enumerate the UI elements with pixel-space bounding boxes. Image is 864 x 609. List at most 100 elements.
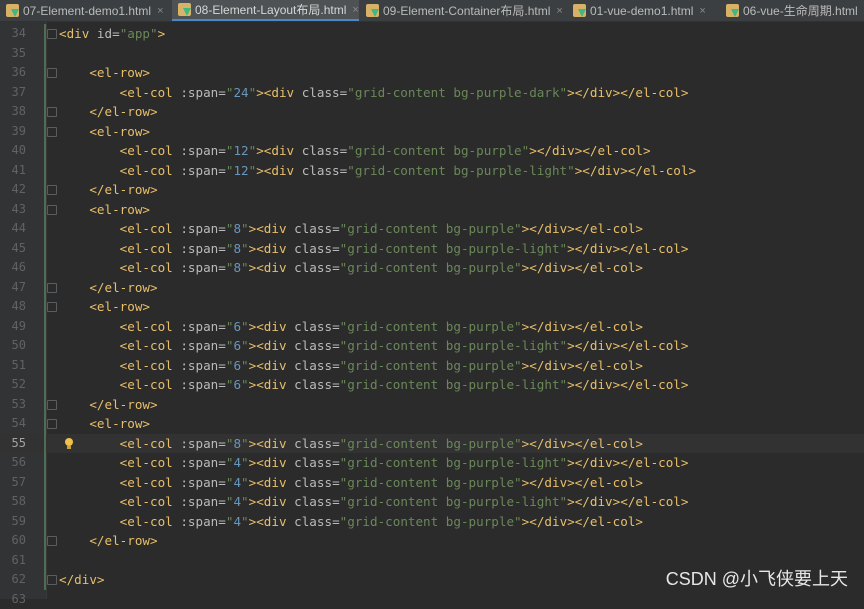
tab-label: 01-vue-demo1.html	[590, 4, 693, 18]
code-text: <el-col :span="12"><div class="grid-cont…	[59, 161, 696, 181]
change-marker	[44, 24, 46, 590]
code-text: <el-col :span="12"><div class="grid-cont…	[59, 141, 651, 161]
fold-marker-icon[interactable]	[47, 302, 57, 312]
tab-label: 08-Element-Layout布局.html	[195, 1, 346, 18]
code-text: <el-col :span="8"><div class="grid-conte…	[59, 219, 643, 239]
code-line: 45 <el-col :span="8"><div class="grid-co…	[0, 239, 864, 259]
line-number: 44	[0, 219, 26, 239]
tab-4[interactable]: 01-vue-demo1.html ×	[567, 0, 706, 21]
code-line: 57 <el-col :span="4"><div class="grid-co…	[0, 473, 864, 493]
code-text: <el-row>	[59, 63, 150, 83]
line-number: 51	[0, 356, 26, 376]
line-number: 55	[0, 434, 26, 454]
html-file-icon	[178, 3, 191, 16]
code-text: <el-col :span="6"><div class="grid-conte…	[59, 375, 689, 395]
code-text: </el-row>	[59, 102, 158, 122]
line-number: 63	[0, 590, 26, 609]
code-line: 41 <el-col :span="12"><div class="grid-c…	[0, 161, 864, 181]
code-line: 39 <el-row>	[0, 122, 864, 142]
line-number: 42	[0, 180, 26, 200]
code-text: <el-col :span="4"><div class="grid-conte…	[59, 453, 689, 473]
line-number: 45	[0, 239, 26, 259]
line-number: 52	[0, 375, 26, 395]
fold-marker-icon[interactable]	[47, 400, 57, 410]
code-text: </el-row>	[59, 180, 158, 200]
tab-5[interactable]: 06-vue-生命周期.html×	[720, 0, 864, 21]
code-text: <el-row>	[59, 200, 150, 220]
tab-3[interactable]: 09-Element-Container布局.html ×	[360, 0, 563, 21]
fold-marker-icon[interactable]	[47, 283, 57, 293]
html-file-icon	[366, 4, 379, 17]
html-file-icon	[726, 4, 739, 17]
code-line: 50 <el-col :span="6"><div class="grid-co…	[0, 336, 864, 356]
line-number: 39	[0, 122, 26, 142]
code-text: <el-col :span="6"><div class="grid-conte…	[59, 356, 643, 376]
code-text: <el-row>	[59, 297, 150, 317]
fold-marker-icon[interactable]	[47, 419, 57, 429]
code-text: <el-col :span="6"><div class="grid-conte…	[59, 317, 643, 337]
fold-marker-icon[interactable]	[47, 575, 57, 585]
line-number: 47	[0, 278, 26, 298]
fold-marker-icon[interactable]	[47, 68, 57, 78]
fold-marker-icon[interactable]	[47, 127, 57, 137]
fold-marker-icon[interactable]	[47, 536, 57, 546]
code-text: </el-row>	[59, 395, 158, 415]
line-number: 50	[0, 336, 26, 356]
code-text: <div id="app">	[59, 24, 165, 44]
line-number: 59	[0, 512, 26, 532]
lightbulb-icon[interactable]	[64, 438, 74, 450]
code-line: 47 </el-row>	[0, 278, 864, 298]
code-line: 58 <el-col :span="4"><div class="grid-co…	[0, 492, 864, 512]
code-line: 51 <el-col :span="6"><div class="grid-co…	[0, 356, 864, 376]
code-line: 55 <el-col :span="8"><div class="grid-co…	[0, 434, 864, 454]
line-number: 56	[0, 453, 26, 473]
code-line: 37 <el-col :span="24"><div class="grid-c…	[0, 83, 864, 103]
code-line: 43 <el-row>	[0, 200, 864, 220]
code-line: 59 <el-col :span="4"><div class="grid-co…	[0, 512, 864, 532]
code-text: <el-row>	[59, 414, 150, 434]
line-number: 36	[0, 63, 26, 83]
close-icon[interactable]: ×	[157, 5, 163, 17]
code-text: <el-col :span="4"><div class="grid-conte…	[59, 512, 643, 532]
line-number: 43	[0, 200, 26, 220]
code-text: <el-col :span="8"><div class="grid-conte…	[59, 258, 643, 278]
code-line: 38 </el-row>	[0, 102, 864, 122]
code-line: 52 <el-col :span="6"><div class="grid-co…	[0, 375, 864, 395]
close-icon[interactable]: ×	[699, 5, 705, 17]
code-editor[interactable]: 34<div id="app">3536 <el-row>37 <el-col …	[0, 22, 864, 599]
line-number: 49	[0, 317, 26, 337]
html-file-icon	[6, 4, 19, 17]
code-text: <el-col :span="8"><div class="grid-conte…	[59, 434, 643, 454]
line-number: 57	[0, 473, 26, 493]
fold-marker-icon[interactable]	[47, 205, 57, 215]
line-number: 54	[0, 414, 26, 434]
tab-2[interactable]: 08-Element-Layout布局.html ×	[172, 0, 359, 21]
line-number: 37	[0, 83, 26, 103]
line-number: 48	[0, 297, 26, 317]
line-number: 34	[0, 24, 26, 44]
close-icon[interactable]: ×	[352, 4, 358, 16]
code-line: 35	[0, 44, 864, 64]
code-text: </el-row>	[59, 531, 158, 551]
line-number: 41	[0, 161, 26, 181]
code-line: 54 <el-row>	[0, 414, 864, 434]
code-line: 60 </el-row>	[0, 531, 864, 551]
code-text: <el-col :span="4"><div class="grid-conte…	[59, 473, 643, 493]
line-number: 60	[0, 531, 26, 551]
line-number: 58	[0, 492, 26, 512]
code-line: 42 </el-row>	[0, 180, 864, 200]
code-text: <el-col :span="24"><div class="grid-cont…	[59, 83, 689, 103]
fold-marker-icon[interactable]	[47, 29, 57, 39]
code-line: 34 <div id="app">	[0, 24, 864, 44]
fold-marker-icon[interactable]	[47, 107, 57, 117]
fold-marker-icon[interactable]	[47, 185, 57, 195]
code-line: 46 <el-col :span="8"><div class="grid-co…	[0, 258, 864, 278]
code-text: <el-col :span="4"><div class="grid-conte…	[59, 492, 689, 512]
tab-label: 09-Element-Container布局.html	[383, 2, 550, 19]
code-line: 49 <el-col :span="6"><div class="grid-co…	[0, 317, 864, 337]
close-icon[interactable]: ×	[556, 5, 562, 17]
tab-label: 06-vue-生命周期.html	[743, 2, 858, 19]
code-text: <el-col :span="8"><div class="grid-conte…	[59, 239, 689, 259]
tab-1[interactable]: 07-Element-demo1.html×	[0, 0, 164, 21]
code-line: 53 </el-row>	[0, 395, 864, 415]
